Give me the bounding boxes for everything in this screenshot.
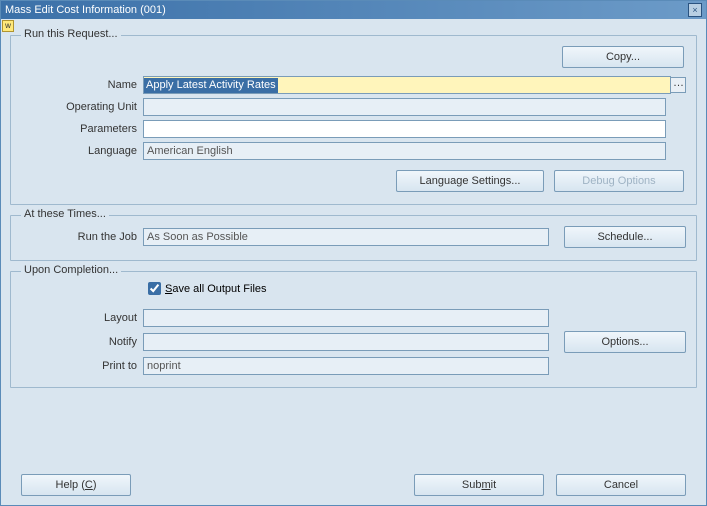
layout-input[interactable] <box>143 309 549 327</box>
group-run-legend: Run this Request... <box>21 28 121 40</box>
window-title: Mass Edit Cost Information (001) <box>5 1 166 19</box>
printto-input[interactable] <box>143 357 549 375</box>
name-input[interactable]: Apply Latest Activity Rates <box>143 76 671 94</box>
language-label: Language <box>21 145 143 157</box>
language-input[interactable] <box>143 142 666 160</box>
copy-button[interactable]: Copy... <box>562 46 684 68</box>
titlebar: Mass Edit Cost Information (001) × <box>1 1 706 19</box>
schedule-button[interactable]: Schedule... <box>564 226 686 248</box>
group-times-legend: At these Times... <box>21 208 109 220</box>
submit-button[interactable]: Submit <box>414 474 544 496</box>
name-value-selected: Apply Latest Activity Rates <box>144 78 278 93</box>
parameters-label: Parameters <box>21 123 143 135</box>
notify-input[interactable] <box>143 333 549 351</box>
printto-label: Print to <box>21 360 143 372</box>
debug-options-button: Debug Options <box>554 170 684 192</box>
group-completion-legend: Upon Completion... <box>21 264 121 276</box>
save-output-checkbox[interactable] <box>148 282 161 295</box>
help-button[interactable]: Help (C) <box>21 474 131 496</box>
group-completion: Upon Completion... Save all Output Files… <box>10 271 697 388</box>
footer-bar: Help (C) Submit Cancel <box>1 474 706 496</box>
layout-label: Layout <box>21 312 143 324</box>
close-icon[interactable]: × <box>688 3 702 17</box>
name-label: Name <box>21 79 143 91</box>
warning-icon: w <box>2 20 14 32</box>
parameters-input[interactable] <box>143 120 666 138</box>
language-settings-button[interactable]: Language Settings... <box>396 170 544 192</box>
window: Mass Edit Cost Information (001) × w Run… <box>0 0 707 506</box>
group-times: At these Times... Run the Job Schedule..… <box>10 215 697 261</box>
run-job-input[interactable] <box>143 228 549 246</box>
cancel-button[interactable]: Cancel <box>556 474 686 496</box>
operating-unit-input[interactable] <box>143 98 666 116</box>
run-job-label: Run the Job <box>21 231 143 243</box>
name-lov-button[interactable]: … <box>671 77 686 93</box>
operating-unit-label: Operating Unit <box>21 101 143 113</box>
options-button[interactable]: Options... <box>564 331 686 353</box>
save-output-label: Save all Output Files <box>165 283 267 295</box>
group-run-request: Run this Request... Copy... Name Apply L… <box>10 35 697 205</box>
notify-label: Notify <box>21 336 143 348</box>
